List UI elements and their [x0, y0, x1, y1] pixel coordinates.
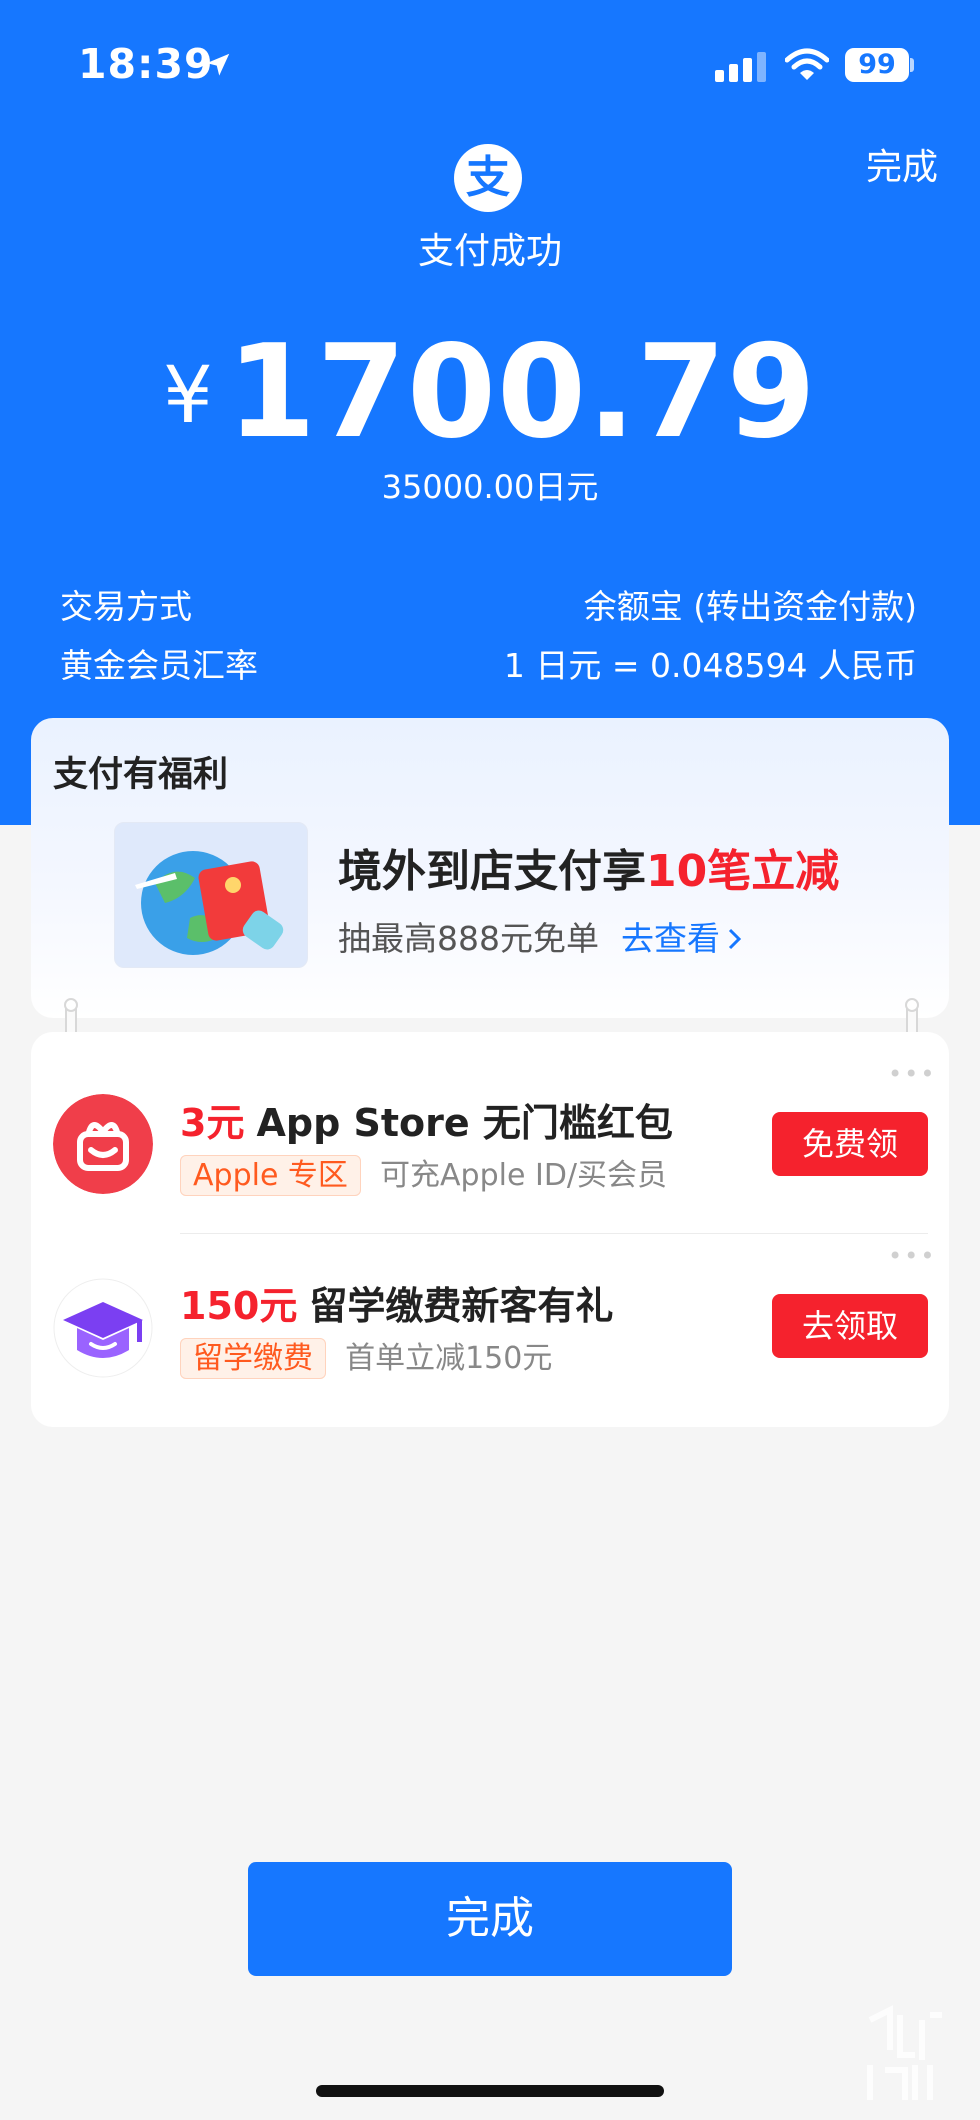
globe-red-envelope-icon	[135, 851, 284, 955]
watermark-logo	[867, 2005, 942, 2100]
done-top-button[interactable]: 完成	[866, 138, 938, 190]
alipay-logo: 支	[454, 144, 522, 212]
coupon-amount: 150元	[180, 1284, 298, 1328]
wifi-icon	[785, 48, 829, 80]
gift-icon	[53, 1094, 153, 1194]
more-options-icon[interactable]: •••	[888, 1060, 936, 1088]
coupon-description: 首单立减150元	[345, 1341, 553, 1376]
claim-free-button[interactable]: 免费领	[772, 1112, 928, 1176]
coupon-tag: 留学缴费	[180, 1338, 326, 1379]
amount-value: 1700.79	[226, 318, 817, 467]
coupon-meta: Apple 专区 可充Apple ID/买会员	[180, 1150, 668, 1196]
currency-symbol: ¥	[163, 351, 213, 441]
page-title: 支付成功	[417, 231, 562, 272]
status-time: 18:39	[78, 40, 214, 88]
coupon-amount: 3元	[180, 1101, 245, 1145]
coupon-name: 留学缴费新客有礼	[309, 1284, 614, 1328]
battery-tip	[910, 58, 914, 72]
promo-subtitle-text: 抽最高888元免单	[338, 919, 599, 958]
chevron-right-icon	[728, 928, 742, 950]
coupon-title: 150元 留学缴费新客有礼	[180, 1275, 613, 1330]
exchange-rate-value: 1 日元 = 0.048594 人民币	[503, 646, 917, 685]
promo-highlight: 10笔立减	[646, 846, 840, 897]
payment-amount: ¥1700.79	[0, 318, 980, 467]
coupon-title: 3元 App Store 无门槛红包	[180, 1092, 673, 1147]
done-button[interactable]: 完成	[248, 1862, 732, 1976]
coupon-meta: 留学缴费 首单立减150元	[180, 1333, 553, 1379]
home-indicator	[316, 2085, 664, 2097]
payment-method-label: 交易方式	[60, 587, 192, 626]
coupon-divider	[180, 1233, 928, 1234]
view-link[interactable]: 去查看	[621, 919, 744, 958]
more-options-icon[interactable]: •••	[888, 1242, 936, 1270]
cellular-signal-icon	[715, 52, 766, 82]
graduation-cap-icon	[53, 1278, 153, 1378]
promo-headline-text: 境外到店支付享	[338, 846, 646, 897]
coupon-tag: Apple 专区	[180, 1155, 361, 1196]
exchange-rate-label: 黄金会员汇率	[60, 646, 258, 685]
promo-headline[interactable]: 境外到店支付享10笔立减	[338, 835, 839, 899]
view-link-label: 去查看	[621, 919, 720, 958]
battery-indicator: 99	[845, 48, 909, 82]
coupon-name: App Store 无门槛红包	[256, 1101, 673, 1145]
benefits-title: 支付有福利	[53, 755, 229, 795]
location-arrow-icon	[206, 53, 230, 76]
promo-image[interactable]	[114, 822, 308, 968]
foreign-amount: 35000.00日元	[381, 468, 599, 506]
coupon-description: 可充Apple ID/买会员	[380, 1158, 668, 1193]
payment-method-value: 余额宝 (转出资金付款)	[583, 587, 917, 626]
promo-subtitle: 抽最高888元免单 去查看	[338, 912, 744, 960]
claim-button[interactable]: 去领取	[772, 1294, 928, 1358]
